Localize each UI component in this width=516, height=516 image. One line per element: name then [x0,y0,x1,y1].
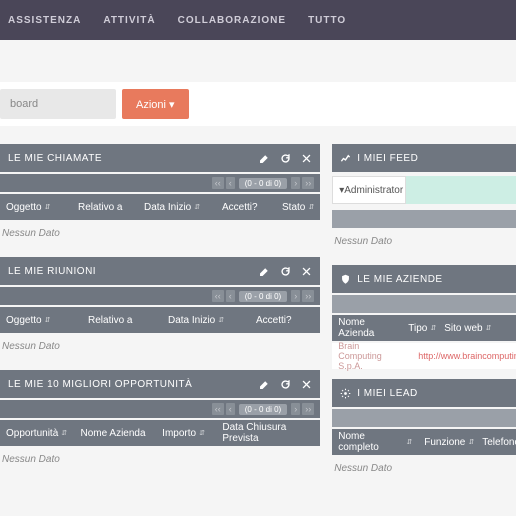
refresh-icon[interactable] [280,266,291,277]
pager-prev-icon[interactable]: ‹‹‹ [212,290,235,302]
col-accetti[interactable]: Accetti? [216,202,276,213]
chart-icon [340,153,351,164]
col-funzione[interactable]: Funzione⇵ [418,437,476,448]
columns-header: Opportunità⇵ Nome Azienda Importo⇵ Data … [0,420,320,446]
pager: ‹‹‹ (0 - 0 di 0) ››› [0,174,320,192]
panel-feed: I MIEI FEED ▾ Administrator Nessun Dato [332,144,516,255]
cell-name: Brain Computing S.p.A. [338,341,398,371]
cell-site[interactable]: http://www.braincomputing.com [418,351,516,361]
pager: ‹‹‹ (0 - 0 di 0) ››› [0,400,320,418]
col-chiusura[interactable]: Data Chiusura Prevista [216,422,320,444]
col-relativo[interactable]: Relativo a [82,315,162,326]
nav-tutto[interactable]: TUTTO [308,15,346,26]
spacer-bar [332,409,516,427]
nav-collaborazione[interactable]: COLLABORAZIONE [178,15,286,26]
panel-title: LE MIE RIUNIONI [8,266,96,277]
no-data-label: Nessun Dato [0,333,320,360]
col-telefono[interactable]: Telefono [476,437,516,448]
col-sito[interactable]: Sito web⇵ [438,323,497,334]
col-data[interactable]: Data Inizio⇵ [162,315,250,326]
columns-header: Oggetto⇵ Relativo a Data Inizio⇵ Accetti… [0,307,320,333]
no-data-label: Nessun Dato [332,228,516,255]
top-nav: ASSISTENZA ATTIVITÀ COLLABORAZIONE TUTTO [0,0,516,40]
pager-range: (0 - 0 di 0) [239,178,287,189]
pager-range: (0 - 0 di 0) [239,291,287,302]
panel-meetings: LE MIE RIUNIONI ‹‹‹ (0 - 0 di 0) ››› Ogg… [0,257,320,360]
panel-title: LE MIE 10 MIGLIORI OPPORTUNITÀ [8,379,192,390]
col-azienda[interactable]: Nome Azienda [75,428,157,439]
nav-attivita[interactable]: ATTIVITÀ [103,15,155,26]
table-row[interactable]: Brain Computing S.p.A. http://www.brainc… [332,343,516,369]
pager-range: (0 - 0 di 0) [239,404,287,415]
col-stato[interactable]: Stato⇵ [276,202,320,213]
columns-header: Oggetto⇵ Relativo a Data Inizio⇵ Accetti… [0,194,320,220]
refresh-icon[interactable] [280,379,291,390]
search-input[interactable]: board [0,89,116,119]
pager-next-icon[interactable]: ››› [291,177,314,189]
columns-header: Nome completo⇵ Funzione⇵ Telefono [332,429,516,455]
actions-button[interactable]: Azioni ▾ [122,89,189,119]
close-icon[interactable] [301,266,312,277]
edit-icon[interactable] [259,379,270,390]
pager: ‹‹‹ (0 - 0 di 0) ››› [0,287,320,305]
edit-icon[interactable] [259,266,270,277]
pager-prev-icon[interactable]: ‹‹‹ [212,177,235,189]
col-nome[interactable]: Nome Azienda [332,317,402,339]
pager-next-icon[interactable]: ››› [291,290,314,302]
col-accetti[interactable]: Accetti? [250,315,298,326]
close-icon[interactable] [301,153,312,164]
spacer-bar [332,295,516,313]
no-data-label: Nessun Dato [0,220,320,247]
gear-icon [340,388,351,399]
col-oggetto[interactable]: Oggetto⇵ [0,202,72,213]
panel-title: I MIEI LEAD [340,388,418,399]
col-relativo[interactable]: Relativo a [72,202,138,213]
panel-opportunities: LE MIE 10 MIGLIORI OPPORTUNITÀ ‹‹‹ (0 - … [0,370,320,473]
refresh-icon[interactable] [280,153,291,164]
edit-icon[interactable] [259,153,270,164]
pager-next-icon[interactable]: ››› [291,403,314,415]
panel-title: I MIEI FEED [340,153,418,164]
pager-prev-icon[interactable]: ‹‹‹ [212,403,235,415]
col-nome[interactable]: Nome completo⇵ [332,431,418,453]
panel-title: LE MIE AZIENDE [340,274,442,285]
no-data-label: Nessun Dato [0,446,320,473]
nav-assistenza[interactable]: ASSISTENZA [8,15,81,26]
col-opportunita[interactable]: Opportunità⇵ [0,428,75,439]
col-tipo[interactable]: Tipo⇵ [402,323,438,334]
no-data-label: Nessun Dato [332,455,516,482]
feed-author: ▾ Administrator [332,176,406,204]
col-importo[interactable]: Importo⇵ [156,428,216,439]
col-data[interactable]: Data Inizio⇵ [138,202,216,213]
col-oggetto[interactable]: Oggetto⇵ [0,315,82,326]
shield-icon [340,274,351,285]
toolbar: board Azioni ▾ [0,82,516,126]
panel-title: LE MIE CHIAMATE [8,153,102,164]
panel-companies: LE MIE AZIENDE Nome Azienda Tipo⇵ Sito w… [332,265,516,369]
panel-leads: I MIEI LEAD Nome completo⇵ Funzione⇵ Tel… [332,379,516,482]
feed-bar [332,210,516,228]
columns-header: Nome Azienda Tipo⇵ Sito web⇵ [332,315,516,341]
close-icon[interactable] [301,379,312,390]
panel-calls: LE MIE CHIAMATE ‹‹‹ (0 - 0 di 0) ››› Ogg… [0,144,320,247]
feed-input[interactable] [406,176,516,204]
